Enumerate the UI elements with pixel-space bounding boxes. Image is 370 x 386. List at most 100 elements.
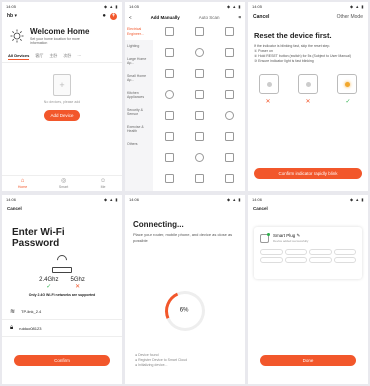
device-tile[interactable] (185, 153, 213, 172)
mic-icon[interactable]: ● (102, 13, 106, 19)
cancel-button[interactable]: Cancel (248, 204, 368, 213)
tab-all-devices[interactable]: All Devices (8, 53, 30, 60)
device-icon (224, 174, 234, 183)
reset-instructions: If the indicator is blinking fast, skip … (254, 44, 352, 63)
welcome-banner: Welcome Home Set your home location for … (2, 21, 122, 45)
wifi-name-field[interactable]: ≋ TP-link_2.4 (2, 303, 122, 320)
done-button[interactable]: Done (260, 355, 356, 366)
device-illustrations (248, 64, 368, 94)
status-icons: ◆ ▲ ▮ (104, 4, 118, 9)
device-tile[interactable] (155, 69, 183, 88)
router-icon (49, 252, 75, 273)
bottom-nav: ⌂ Home ◎ Smart ☺ Me (2, 175, 122, 191)
password-field[interactable]: 🔒︎ ruiduo08123 (2, 320, 122, 337)
device-tile[interactable] (155, 174, 183, 191)
device-icon (224, 48, 234, 57)
check-icon: ✓ (46, 284, 52, 290)
add-header: < Add Manually Auto Scan ⌗ (125, 11, 245, 23)
room-chip[interactable] (333, 249, 356, 255)
device-tile[interactable] (215, 153, 243, 172)
category-item[interactable]: Lighting (125, 40, 153, 53)
welcome-subtitle: Set your home location for more informat… (30, 37, 80, 45)
plug-blinking-icon (336, 74, 357, 94)
scan-icon[interactable]: ⌗ (238, 15, 241, 20)
add-device-button[interactable]: Add Device (44, 110, 80, 121)
device-tile[interactable] (215, 111, 243, 130)
progress-ring: 6% (159, 285, 211, 337)
home-screen: 14:05 ◆ ▲ ▮ hb ▾ ● + Welcome Home Set yo… (2, 2, 122, 191)
device-icon (164, 27, 174, 36)
device-icon (194, 69, 204, 78)
device-status: Device added successfully (273, 239, 309, 243)
room-chip[interactable] (260, 249, 283, 255)
device-icon (164, 174, 174, 183)
device-card: Smart Plug ✎ Device added successfully (254, 227, 362, 279)
device-tile[interactable] (215, 27, 243, 46)
category-item[interactable]: Kitchen Appliances (125, 87, 153, 104)
device-icon (164, 69, 174, 78)
category-item[interactable]: Electrical Engineer... (125, 23, 153, 40)
status-bar: 14:05 ◆ ▲ ▮ (248, 2, 368, 11)
room-chip[interactable] (333, 257, 356, 263)
empty-document-icon (53, 74, 71, 96)
category-item[interactable]: Others (125, 138, 153, 151)
back-icon[interactable]: < (129, 15, 132, 20)
confirm-button[interactable]: Confirm (14, 355, 110, 366)
device-icon (194, 132, 204, 141)
room-chip[interactable] (309, 249, 332, 255)
wifi-title: Enter Wi-Fi Password (12, 227, 65, 249)
device-tile[interactable] (185, 132, 213, 151)
category-item[interactable]: Large Home Ap... (125, 53, 153, 70)
category-item[interactable]: Exercise & Health (125, 121, 153, 138)
nav-smart[interactable]: ◎ Smart (59, 178, 68, 189)
wifi-screen: 14:06 ◆ ▲ ▮ Cancel Enter Wi-Fi Password … (2, 195, 122, 384)
device-tile[interactable] (155, 27, 183, 46)
device-tile[interactable] (215, 132, 243, 151)
wifi-icon: ≋ (10, 308, 16, 315)
confirm-blink-button[interactable]: Confirm indicator rapidly blink (254, 168, 362, 179)
cross-icon: ✕ (265, 99, 271, 105)
device-tile[interactable] (215, 69, 243, 88)
home-selector[interactable]: hb ▾ (7, 13, 17, 19)
category-item[interactable]: Small Home Ap... (125, 70, 153, 87)
tab-add-manually[interactable]: Add Manually (151, 15, 180, 20)
room-chip[interactable] (284, 257, 307, 263)
device-tile[interactable] (215, 174, 243, 191)
device-tile[interactable] (155, 132, 183, 151)
device-tile[interactable] (185, 174, 213, 191)
tab-auto-scan[interactable]: Auto Scan (199, 15, 220, 20)
category-item[interactable]: Security & Sensor (125, 104, 153, 121)
device-tile[interactable] (185, 90, 213, 109)
device-tile[interactable] (185, 111, 213, 130)
device-tile[interactable] (215, 90, 243, 109)
device-tile[interactable] (155, 153, 183, 172)
device-tile[interactable] (185, 69, 213, 88)
cancel-button[interactable]: Cancel (2, 204, 122, 213)
room-chip[interactable] (284, 249, 307, 255)
device-icon (194, 90, 204, 99)
tab-room[interactable]: 客厅 (35, 53, 43, 59)
device-tile[interactable] (215, 48, 243, 67)
nav-me[interactable]: ☺ Me (100, 178, 106, 189)
category-list: Electrical Engineer... Lighting Large Ho… (125, 23, 153, 191)
device-tile[interactable] (155, 90, 183, 109)
more-tabs[interactable]: ··· (77, 53, 81, 58)
cancel-button[interactable]: Cancel (253, 14, 269, 20)
device-icon (224, 27, 234, 36)
add-icon[interactable]: + (110, 12, 117, 20)
room-chip[interactable] (260, 257, 283, 263)
nav-home[interactable]: ⌂ Home (18, 178, 27, 189)
room-chip[interactable] (309, 257, 332, 263)
device-tile[interactable] (185, 48, 213, 67)
tab-room[interactable]: 主卧 (49, 53, 57, 59)
tab-room[interactable]: 次卧 (63, 53, 71, 59)
status-time: 14:05 (6, 4, 17, 9)
device-icon (224, 111, 234, 120)
person-icon: ☺ (99, 178, 107, 184)
device-tile[interactable] (155, 48, 183, 67)
other-mode-button[interactable]: Other Mode (337, 14, 363, 20)
sun-icon (10, 29, 24, 43)
device-tile[interactable] (185, 27, 213, 46)
status-time: 14:06 (6, 197, 17, 202)
device-tile[interactable] (155, 111, 183, 130)
